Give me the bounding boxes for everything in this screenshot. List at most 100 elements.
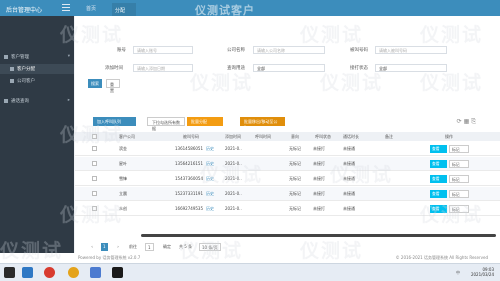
sidebar-item-customer-mgmt[interactable]: 客户管理 ▾	[0, 52, 74, 62]
col-remark: 备注	[385, 134, 393, 139]
row-checkbox[interactable]	[92, 206, 97, 211]
history-link[interactable]: 历史	[206, 146, 214, 152]
col-company: 客户公司	[119, 134, 135, 139]
table-row[interactable]: 立晨 15237331191 历史 2021-0.. 无标记 未接打 未接通 查看 标记	[75, 187, 500, 201]
goto-label: 前往	[129, 244, 137, 249]
brand-title: 后台管理中心	[6, 7, 43, 14]
purpose-label: 查询用途	[227, 66, 245, 71]
col-actions: 操作	[445, 134, 453, 139]
cell-time: 2021-0..	[225, 191, 242, 196]
filter-row-1: 账号 请输入账号 公司名称 请输入公司名称 被叫号码 请输入被叫号码	[75, 44, 500, 56]
sidebar-item-label: 通话查询	[11, 99, 29, 104]
reset-button[interactable]: 重置	[106, 79, 120, 93]
main-panel: 账号 请输入账号 公司名称 请输入公司名称 被叫号码 请输入被叫号码 添加时间 …	[75, 16, 500, 263]
goto-input[interactable]: 1	[145, 243, 154, 251]
date-input[interactable]: 请输入添加日期	[133, 64, 193, 72]
view-button[interactable]: 查看	[430, 160, 447, 168]
cell-intent: 无标记	[289, 161, 301, 166]
menu-toggle-icon[interactable]	[62, 4, 70, 12]
call-state-label: 接打状态	[350, 66, 368, 71]
sidebar-item-company-customers[interactable]: 公司客户	[0, 76, 74, 86]
footer-copyright: © 2016-2021 话务管理系统 All Rights Reserved	[395, 255, 488, 260]
table-row[interactable]: 众创 16692749535 历史 2021-0.. 无标记 未接打 未接通 查看 标记	[75, 202, 500, 216]
sidebar-item-label: 客户管理	[11, 55, 29, 60]
cell-company: 立晨	[119, 191, 127, 196]
mark-button[interactable]: 标记	[449, 160, 469, 168]
history-link[interactable]: 历史	[206, 176, 214, 182]
columns-icon[interactable]: ▦	[464, 118, 470, 125]
row-checkbox[interactable]	[92, 146, 97, 151]
export-icon[interactable]: ⎘	[471, 118, 476, 125]
horizontal-scrollbar[interactable]	[141, 234, 496, 237]
sidebar-item-call-query[interactable]: 通话查询 ▸	[0, 96, 74, 106]
total-count: 共 5 条	[179, 244, 193, 249]
col-phone: 被叫号码	[183, 134, 199, 139]
page-current[interactable]: 1	[101, 243, 108, 251]
cell-status: 未接打	[313, 206, 325, 211]
user-icon	[4, 54, 8, 59]
goto-confirm-button[interactable]: 确定	[161, 243, 173, 251]
cell-status: 未接打	[313, 176, 325, 181]
photos-icon[interactable]	[90, 267, 101, 278]
capcut-icon[interactable]	[112, 267, 123, 278]
tab-assign[interactable]: 分配	[112, 3, 136, 16]
footer: Powered by 话务管理系统 v2.0.7 © 2016-2021 话务管…	[0, 253, 500, 263]
select-all-checkbox[interactable]	[92, 134, 97, 139]
view-button[interactable]: 查看	[430, 205, 447, 213]
account-label: 账号	[117, 48, 126, 53]
select-all-button[interactable]: 下拉勾选所有数据	[147, 117, 185, 131]
mark-button[interactable]: 标记	[449, 190, 469, 198]
call-state-select[interactable]: 全部	[375, 64, 447, 72]
history-link[interactable]: 历史	[206, 191, 214, 197]
row-checkbox[interactable]	[92, 161, 97, 166]
add-call-queue-button[interactable]: 加入呼叫队列	[93, 117, 136, 126]
ie-icon[interactable]	[44, 267, 55, 278]
chrome-icon[interactable]	[68, 267, 79, 278]
cell-company: 雪锋	[119, 176, 127, 181]
chevron-down-icon: ▾	[67, 54, 70, 59]
tray-lang[interactable]: 中	[456, 270, 460, 276]
start-icon[interactable]	[4, 267, 15, 278]
company-input[interactable]: 请输入公司名称	[253, 46, 325, 54]
nav-home-link[interactable]: 首页	[86, 5, 96, 12]
mark-button[interactable]: 标记	[449, 145, 469, 153]
pagination: ‹ 1 › 前往 1 确定 共 5 条 10 条/页	[89, 243, 249, 251]
footer-powered: Powered by 话务管理系统 v2.0.7	[78, 255, 141, 260]
chevron-down-icon: ▸	[67, 98, 70, 103]
cell-phone: 13564216151	[175, 161, 203, 166]
view-button[interactable]: 查看	[430, 145, 447, 153]
row-checkbox[interactable]	[92, 191, 97, 196]
table-row[interactable]: 雪锋 15437360054 历史 2021-0.. 无标记 未接打 未接通 查看 标记	[75, 172, 500, 186]
history-link[interactable]: 历史	[206, 161, 214, 167]
edge-icon[interactable]	[22, 267, 33, 278]
next-page-icon[interactable]: ›	[115, 243, 121, 251]
clock[interactable]: 09:03 2021/03/24	[471, 267, 494, 277]
sidebar-item-label: 公司客户	[17, 79, 35, 84]
batch-move-button[interactable]: 批量移出/移动至公海	[240, 117, 285, 130]
view-button[interactable]: 查看	[430, 190, 447, 198]
mark-button[interactable]: 标记	[449, 205, 469, 213]
table-header: 客户公司 被叫号码 添加时间 呼叫时间 意向 呼叫状态 通话时长 备注 操作	[75, 132, 500, 141]
cell-phone: 15437360054	[175, 176, 203, 181]
search-button[interactable]: 搜索	[88, 79, 102, 88]
table-row[interactable]: 星叶 13564216151 历史 2021-0.. 无标记 未接打 未接通 查看 标记	[75, 157, 500, 171]
row-checkbox[interactable]	[92, 176, 97, 181]
col-status: 呼叫状态	[315, 134, 331, 139]
purpose-select[interactable]: 全部	[253, 64, 325, 72]
account-input[interactable]: 请输入账号	[133, 46, 193, 54]
mark-button[interactable]: 标记	[449, 175, 469, 183]
star-icon	[10, 78, 14, 83]
cell-duration: 未接通	[343, 206, 355, 211]
filter-row-2: 添加时间 请输入添加日期 查询用途 全部 接打状态 全部	[75, 62, 500, 74]
cell-duration: 未接通	[343, 191, 355, 196]
history-link[interactable]: 历史	[206, 206, 214, 212]
callee-input[interactable]: 请输入被叫号码	[375, 46, 447, 54]
cell-intent: 无标记	[289, 176, 301, 181]
batch-assign-button[interactable]: 批量分配	[187, 117, 223, 126]
page-size-select[interactable]: 10 条/页	[199, 243, 221, 251]
view-button[interactable]: 查看	[430, 175, 447, 183]
table-row[interactable]: 滨金 13614586051 历史 2021-0.. 无标记 未接打 未接通 查看 标记	[75, 142, 500, 156]
refresh-icon[interactable]: ⟳	[457, 118, 462, 125]
prev-page-icon[interactable]: ‹	[89, 243, 95, 251]
sidebar-item-assign[interactable]: 客户分配	[0, 64, 74, 74]
